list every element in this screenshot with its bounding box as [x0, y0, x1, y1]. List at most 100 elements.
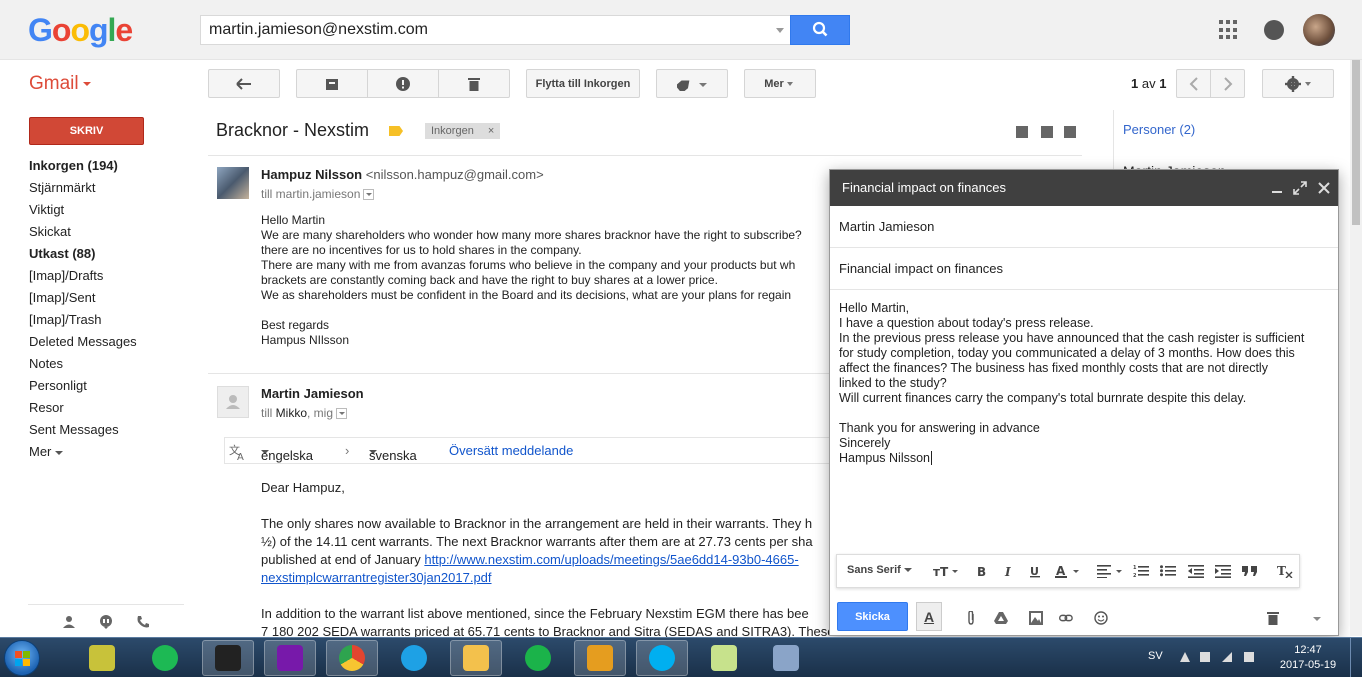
sidebar-item-more[interactable]: Mer — [29, 441, 199, 463]
insert-link-icon[interactable] — [1059, 611, 1073, 625]
people-link[interactable]: Personer (2) — [1123, 122, 1195, 137]
sidebar-item-drafts[interactable]: Utkast (88) — [29, 243, 199, 265]
older-button[interactable] — [1210, 69, 1245, 98]
send-button[interactable]: Skicka — [837, 602, 908, 631]
formatting-options-toggle[interactable]: A — [916, 602, 942, 631]
settings-button[interactable] — [1262, 69, 1334, 98]
warrant-register-link[interactable]: http://www.nexstim.com/uploads/meetings/… — [424, 552, 798, 567]
sidebar-item-notes[interactable]: Notes — [29, 353, 199, 375]
taskbar-chat[interactable] — [512, 640, 564, 676]
newer-button[interactable] — [1176, 69, 1211, 98]
compose-button[interactable]: SKRIV — [29, 117, 144, 145]
sidebar-item-personal[interactable]: Personligt — [29, 375, 199, 397]
sidebar-item-sent[interactable]: Skickat — [29, 221, 199, 243]
labels-button[interactable] — [656, 69, 728, 98]
remove-formatting-icon[interactable]: T — [1277, 564, 1293, 578]
compose-body[interactable]: Hello Martin, I have a question about to… — [839, 301, 1334, 466]
search-options-icon[interactable] — [776, 28, 784, 33]
sender-avatar[interactable] — [217, 167, 249, 199]
search-input[interactable]: martin.jamieson@nexstim.com — [200, 15, 790, 45]
compose-header[interactable]: Financial impact on finances — [830, 170, 1338, 206]
emoji-icon[interactable] — [1094, 611, 1108, 625]
translate-message-link[interactable]: Översätt meddelande — [449, 443, 573, 458]
show-details-icon[interactable] — [336, 408, 348, 420]
expand-all-icon[interactable] — [1016, 126, 1028, 138]
important-label-icon[interactable] — [389, 126, 403, 136]
show-details-icon[interactable] — [363, 189, 375, 201]
taskbar-file-explorer[interactable] — [450, 640, 502, 676]
bulleted-list-icon[interactable] — [1160, 564, 1176, 578]
taskbar-keepass[interactable] — [76, 640, 128, 676]
sidebar-item-imap-drafts[interactable]: [Imap]/Drafts — [29, 265, 199, 287]
numbered-list-icon[interactable]: 12 — [1133, 564, 1149, 578]
apps-grid-icon[interactable] — [1219, 20, 1239, 40]
taskbar-outlook[interactable] — [574, 640, 626, 676]
report-spam-button[interactable] — [367, 69, 439, 98]
sidebar-item-important[interactable]: Viktigt — [29, 199, 199, 221]
sender-name[interactable]: Martin Jamieson — [261, 386, 364, 401]
start-button[interactable] — [4, 640, 40, 676]
input-language[interactable]: SV — [1148, 650, 1163, 662]
indent-more-icon[interactable] — [1215, 564, 1231, 578]
underline-icon[interactable]: U — [1029, 564, 1041, 578]
sidebar-item-imap-trash[interactable]: [Imap]/Trash — [29, 309, 199, 331]
move-to-inbox-button[interactable]: Flytta till Inkorgen — [526, 69, 640, 98]
google-drive-icon[interactable] — [994, 611, 1008, 625]
font-select[interactable]: Sans Serif — [847, 564, 912, 576]
sidebar-item-deleted[interactable]: Deleted Messages — [29, 331, 199, 353]
sidebar-item-sent-messages[interactable]: Sent Messages — [29, 419, 199, 441]
action-center-icon[interactable] — [1200, 652, 1210, 662]
align-icon[interactable] — [1097, 564, 1125, 578]
remove-label-icon[interactable]: × — [488, 125, 494, 137]
page-scrollbar[interactable] — [1350, 60, 1362, 636]
source-language-select[interactable]: engelska — [261, 443, 313, 463]
indent-less-icon[interactable] — [1188, 564, 1204, 578]
minimize-icon[interactable] — [1270, 181, 1284, 195]
fullscreen-icon[interactable] — [1293, 181, 1307, 195]
new-window-icon[interactable] — [1064, 126, 1076, 138]
network-icon[interactable] — [1222, 652, 1232, 662]
google-logo[interactable]: Google — [28, 12, 133, 49]
close-icon[interactable] — [1317, 181, 1331, 195]
search-button[interactable] — [790, 15, 850, 45]
taskbar-skype[interactable] — [636, 640, 688, 676]
scroll-thumb[interactable] — [1352, 60, 1360, 225]
target-language-select[interactable]: svenska — [369, 443, 417, 463]
attach-icon[interactable] — [964, 611, 978, 625]
print-icon[interactable] — [1041, 126, 1053, 138]
taskbar-onenote[interactable] — [264, 640, 316, 676]
archive-button[interactable] — [296, 69, 368, 98]
contacts-icon[interactable] — [62, 615, 76, 629]
taskbar-spotify[interactable] — [139, 640, 191, 676]
discard-draft-icon[interactable] — [1266, 611, 1280, 625]
quote-icon[interactable] — [1242, 564, 1258, 578]
phone-icon[interactable] — [136, 615, 150, 629]
taskbar-internet-explorer[interactable] — [388, 640, 440, 676]
notifications-icon[interactable] — [1264, 20, 1284, 40]
sender-line[interactable]: Hampuz Nilsson <nilsson.hampuz@gmail.com… — [261, 167, 544, 182]
more-button[interactable]: Mer — [744, 69, 816, 98]
bold-icon[interactable]: B — [976, 564, 988, 578]
gmail-menu[interactable]: Gmail — [29, 73, 91, 95]
tray-expand-icon[interactable] — [1180, 652, 1190, 662]
taskbar-sonos[interactable] — [202, 640, 254, 676]
more-options-icon[interactable] — [1310, 611, 1324, 625]
sender-avatar[interactable] — [217, 386, 249, 418]
taskbar-sticky-notes[interactable] — [698, 640, 750, 676]
italic-icon[interactable]: I — [1003, 564, 1015, 578]
insert-photo-icon[interactable] — [1029, 611, 1043, 625]
subject-field[interactable]: Financial impact on finances — [830, 248, 1338, 290]
back-button[interactable] — [208, 69, 280, 98]
sidebar-item-inbox[interactable]: Inkorgen (194) — [29, 155, 199, 177]
volume-icon[interactable] — [1244, 652, 1254, 662]
sidebar-item-imap-sent[interactable]: [Imap]/Sent — [29, 287, 199, 309]
account-avatar[interactable] — [1303, 14, 1335, 46]
system-clock[interactable]: 12:47 2017-05-19 — [1278, 643, 1338, 673]
sidebar-item-starred[interactable]: Stjärnmärkt — [29, 177, 199, 199]
delete-button[interactable] — [438, 69, 510, 98]
text-color-icon[interactable]: A — [1055, 564, 1081, 578]
taskbar-paint[interactable] — [760, 640, 812, 676]
font-size-icon[interactable]: тT — [933, 564, 959, 578]
show-desktop-button[interactable] — [1350, 638, 1362, 677]
sidebar-item-travel[interactable]: Resor — [29, 397, 199, 419]
